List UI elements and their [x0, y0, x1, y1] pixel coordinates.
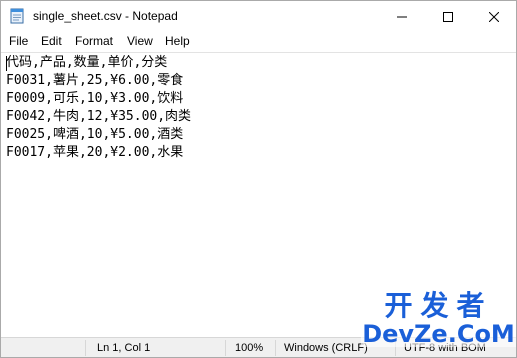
notepad-window: single_sheet.csv - Notepad File Edit For… — [0, 0, 517, 358]
zoom-level: 100% — [235, 342, 264, 354]
maximize-icon — [443, 11, 453, 22]
minimize-icon — [397, 16, 407, 17]
title-bar[interactable]: single_sheet.csv - Notepad — [1, 1, 516, 32]
status-divider — [275, 340, 276, 356]
status-divider — [395, 340, 396, 356]
editor-line: F0017,苹果,20,¥2.00,水果 — [6, 145, 184, 160]
status-divider — [225, 340, 226, 356]
line-ending: Windows (CRLF) — [284, 342, 368, 354]
window-title: single_sheet.csv - Notepad — [33, 9, 178, 23]
status-bar: Ln 1, Col 1 100% Windows (CRLF) UTF-8 wi… — [1, 337, 516, 357]
text-editor[interactable]: 代码,产品,数量,单价,分类 F0031,薯片,25,¥6.00,零食 F000… — [1, 52, 516, 338]
editor-line: F0025,啤酒,10,¥5.00,酒类 — [6, 127, 184, 142]
editor-line: F0009,可乐,10,¥3.00,饮料 — [6, 91, 184, 106]
editor-line: F0042,牛肉,12,¥35.00,肉类 — [6, 109, 192, 124]
maximize-button[interactable] — [425, 1, 471, 32]
status-divider — [85, 340, 86, 356]
cursor-position: Ln 1, Col 1 — [97, 342, 151, 354]
file-encoding: UTF-8 with BOM — [404, 342, 486, 354]
close-icon — [489, 11, 499, 22]
menu-view[interactable]: View — [127, 34, 153, 48]
menu-edit[interactable]: Edit — [41, 34, 62, 48]
notepad-icon — [9, 8, 25, 24]
editor-line: 代码,产品,数量,单价,分类 — [6, 55, 168, 70]
minimize-button[interactable] — [379, 1, 425, 32]
menu-help[interactable]: Help — [165, 34, 190, 48]
menu-bar: File Edit Format View Help — [1, 32, 516, 52]
menu-format[interactable]: Format — [75, 34, 113, 48]
editor-line: F0031,薯片,25,¥6.00,零食 — [6, 73, 184, 88]
close-button[interactable] — [471, 1, 516, 32]
menu-file[interactable]: File — [9, 34, 28, 48]
